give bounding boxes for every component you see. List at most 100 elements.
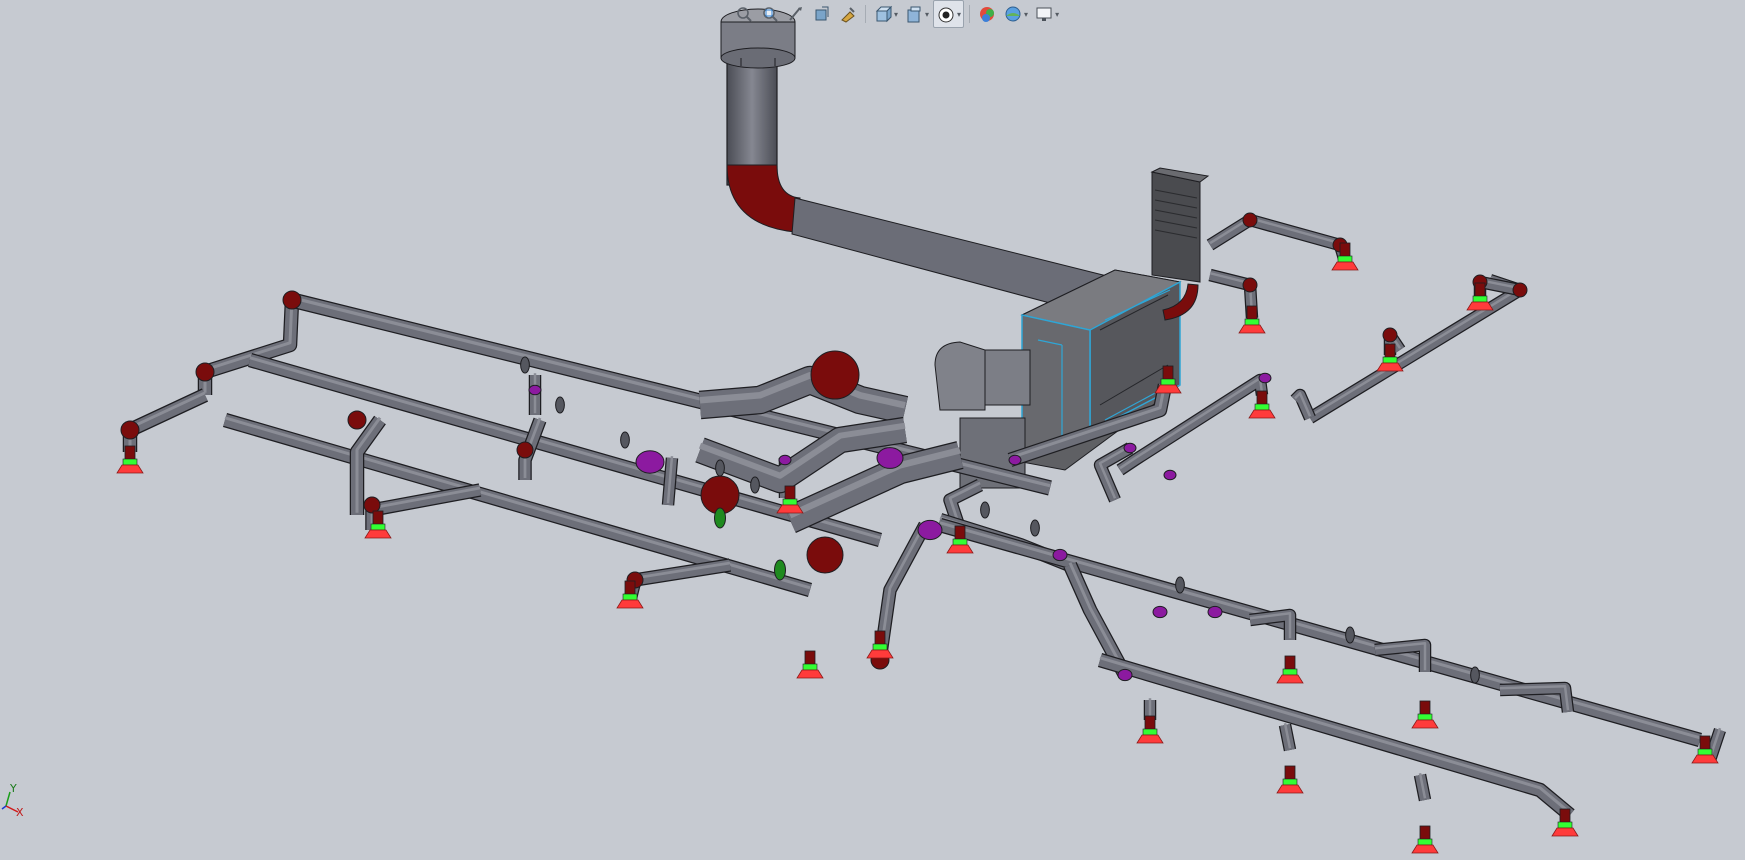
elbow-fitting[interactable]: [1512, 282, 1528, 298]
duct-coupler[interactable]: [1470, 666, 1480, 684]
diffuser-drop-elbow[interactable]: [954, 525, 966, 541]
tee-fitting[interactable]: [917, 519, 943, 541]
tee-fitting[interactable]: [1008, 454, 1022, 466]
dropdown-arrow-icon[interactable]: ▾: [1024, 10, 1028, 19]
diffuser-collar[interactable]: [952, 538, 968, 546]
duct-coupler[interactable]: [715, 459, 725, 477]
elbow-fitting[interactable]: [1382, 327, 1398, 343]
elbow-fitting[interactable]: [195, 362, 215, 382]
diffuser-drop-elbow[interactable]: [1474, 282, 1486, 298]
ceiling-diffuser[interactable]: [1136, 734, 1164, 744]
diffuser-drop-elbow[interactable]: [1559, 808, 1571, 824]
edit-appearance-button[interactable]: [975, 1, 999, 27]
view-orientation-button[interactable]: ▾: [871, 1, 900, 27]
diffuser-collar[interactable]: [122, 458, 138, 466]
elbow-fitting[interactable]: [516, 441, 534, 459]
duct-coupler[interactable]: [980, 501, 990, 519]
diffuser-drop-elbow[interactable]: [1419, 825, 1431, 841]
zoom-to-area-button[interactable]: [758, 1, 782, 27]
tee-fitting[interactable]: [876, 447, 904, 469]
diffuser-drop-elbow[interactable]: [1162, 365, 1174, 381]
previous-view-button[interactable]: [784, 1, 808, 27]
ceiling-diffuser[interactable]: [866, 649, 894, 659]
duct-coupler[interactable]: [1175, 576, 1185, 594]
diffuser-drop-elbow[interactable]: [874, 630, 886, 646]
ceiling-diffuser[interactable]: [1238, 324, 1266, 334]
diffuser-drop-elbow[interactable]: [1384, 343, 1396, 359]
duct-coupler[interactable]: [1345, 626, 1355, 644]
elbow-fitting[interactable]: [1242, 277, 1258, 293]
diffuser-collar[interactable]: [1417, 838, 1433, 846]
diffuser-drop-elbow[interactable]: [372, 510, 384, 526]
diffuser-drop-elbow[interactable]: [1256, 390, 1268, 406]
tee-fitting[interactable]: [1163, 469, 1177, 481]
tee-fitting[interactable]: [1123, 442, 1137, 454]
exhaust-riser-duct[interactable]: [720, 8, 796, 186]
ceiling-diffuser[interactable]: [1411, 719, 1439, 729]
dropdown-arrow-icon[interactable]: ▾: [1055, 10, 1059, 19]
diffuser-drop-elbow[interactable]: [1284, 655, 1296, 671]
diffuser-collar[interactable]: [1417, 713, 1433, 721]
ceiling-diffuser[interactable]: [616, 599, 644, 609]
diffuser-collar[interactable]: [872, 643, 888, 651]
tee-fitting[interactable]: [528, 384, 542, 396]
ceiling-diffuser[interactable]: [1248, 409, 1276, 419]
dropdown-arrow-icon[interactable]: ▾: [957, 10, 961, 19]
diffuser-collar[interactable]: [1142, 728, 1158, 736]
zoom-to-fit-button[interactable]: [732, 1, 756, 27]
diffuser-drop-elbow[interactable]: [1419, 700, 1431, 716]
diffuser-collar[interactable]: [370, 523, 386, 531]
ceiling-diffuser[interactable]: [1466, 301, 1494, 311]
ceiling-diffuser[interactable]: [1154, 384, 1182, 394]
dropdown-arrow-icon[interactable]: ▾: [894, 10, 898, 19]
ceiling-diffuser[interactable]: [364, 529, 392, 539]
diffuser-collar[interactable]: [1254, 403, 1270, 411]
duct-coupler[interactable]: [1030, 519, 1040, 537]
elbow-fitting[interactable]: [806, 536, 844, 574]
tee-fitting[interactable]: [1152, 605, 1168, 619]
exhaust-grille-box[interactable]: [1150, 167, 1210, 283]
diffuser-collar[interactable]: [1244, 318, 1260, 326]
ceiling-diffuser[interactable]: [1276, 674, 1304, 684]
ceiling-diffuser[interactable]: [776, 504, 804, 514]
hide-show-items-button[interactable]: ▾: [933, 0, 965, 28]
ceiling-diffuser[interactable]: [1551, 827, 1579, 837]
ceiling-diffuser[interactable]: [796, 669, 824, 679]
elbow-fitting[interactable]: [810, 350, 860, 400]
view-settings-button[interactable]: ▾: [1032, 1, 1061, 27]
ceiling-diffuser[interactable]: [1376, 362, 1404, 372]
dropdown-arrow-icon[interactable]: ▾: [925, 10, 929, 19]
diffuser-drop-elbow[interactable]: [1339, 242, 1351, 258]
diffuser-collar[interactable]: [782, 498, 798, 506]
diffuser-drop-elbow[interactable]: [1144, 715, 1156, 731]
duct-coupler[interactable]: [620, 431, 630, 449]
diffuser-drop-elbow[interactable]: [1699, 735, 1711, 751]
elbow-fitting[interactable]: [347, 410, 367, 430]
diffuser-drop-elbow[interactable]: [1284, 765, 1296, 781]
duct-segment[interactable]: [366, 484, 482, 530]
tee-fitting[interactable]: [1117, 668, 1133, 682]
elbow-fitting[interactable]: [120, 420, 140, 440]
diffuser-drop-elbow[interactable]: [624, 580, 636, 596]
diffuser-drop-elbow[interactable]: [804, 650, 816, 666]
display-style-button[interactable]: ▾: [902, 1, 931, 27]
tee-fitting[interactable]: [778, 454, 792, 466]
diffuser-collar[interactable]: [1282, 778, 1298, 786]
diffuser-collar[interactable]: [1557, 821, 1573, 829]
diffuser-drop-elbow[interactable]: [784, 485, 796, 501]
diffuser-drop-elbow[interactable]: [1246, 305, 1258, 321]
diffuser-collar[interactable]: [622, 593, 638, 601]
riser-elbow[interactable]: [726, 164, 801, 233]
tee-fitting[interactable]: [1207, 605, 1223, 619]
ceiling-diffuser[interactable]: [116, 464, 144, 474]
tee-fitting[interactable]: [635, 450, 665, 474]
ceiling-diffuser[interactable]: [946, 544, 974, 554]
diffuser-collar[interactable]: [1382, 356, 1398, 364]
diffuser-collar[interactable]: [802, 663, 818, 671]
dynamic-annotation-views-button[interactable]: [836, 1, 860, 27]
duct-coupler[interactable]: [555, 396, 565, 414]
duct-coupler[interactable]: [520, 356, 530, 374]
diffuser-collar[interactable]: [1282, 668, 1298, 676]
ceiling-diffuser[interactable]: [1691, 754, 1719, 764]
duct-segment-highlight[interactable]: [203, 297, 294, 393]
